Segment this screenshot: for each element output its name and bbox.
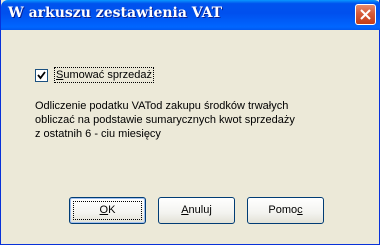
window-title: W arkuszu zestawienia VAT [8,5,223,21]
close-button[interactable] [355,4,376,25]
help-button[interactable]: Pomoc [247,197,324,224]
close-icon [360,9,371,20]
cancel-button[interactable]: Anuluj [158,197,235,224]
dialog-window: W arkuszu zestawienia VAT Sumować sprzed… [0,0,380,245]
description-line-1: Odliczenie podatku VATod zakupu środków … [35,100,289,112]
checkmark-icon [37,71,46,80]
sum-sales-label[interactable]: Sumować sprzedaż [54,67,154,83]
description-text: Odliczenie podatku VATod zakupu środków … [35,99,365,141]
ok-button[interactable]: OK [69,197,146,224]
title-bar[interactable]: W arkuszu zestawienia VAT [1,0,380,30]
focus-rect [73,201,142,220]
sum-sales-checkbox[interactable] [35,69,48,82]
description-line-3: z ostatnih 6 - ciu miesięcy [35,128,161,140]
description-line-2: obliczać na podstawie sumarycznych kwot … [35,114,295,126]
